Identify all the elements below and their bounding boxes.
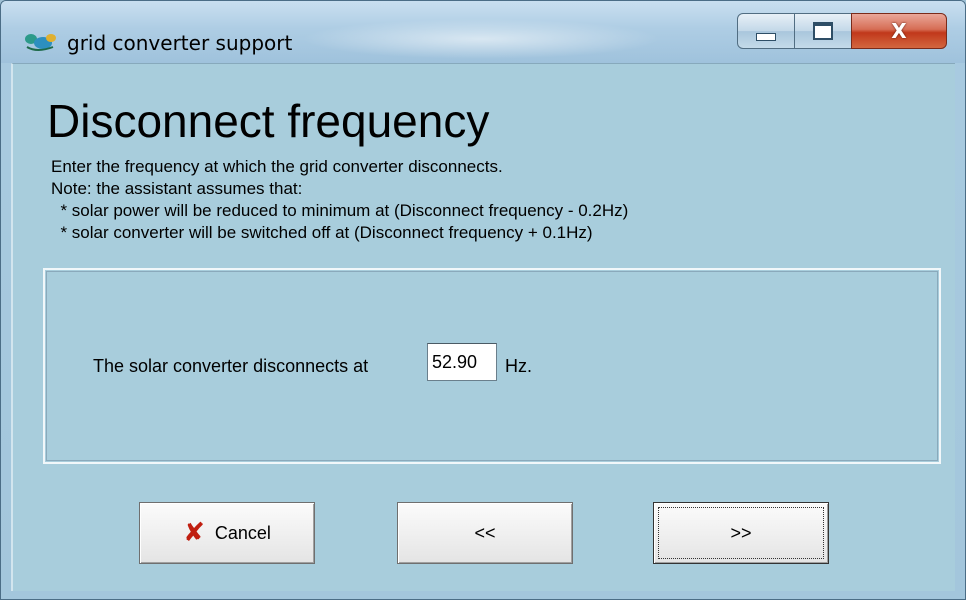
caption-buttons: X xyxy=(737,13,947,49)
next-button[interactable]: >> xyxy=(653,502,829,564)
title-bar-glow xyxy=(301,19,661,59)
maximize-icon xyxy=(813,22,833,40)
back-button-label: << xyxy=(474,522,496,543)
close-icon: X xyxy=(891,19,907,43)
frequency-unit: Hz. xyxy=(505,356,532,376)
close-button[interactable]: X xyxy=(851,13,947,49)
description-line-4: * solar converter will be switched off a… xyxy=(51,223,593,242)
frequency-label: The solar converter disconnects at xyxy=(93,356,369,376)
focus-ring xyxy=(658,507,824,559)
cancel-button[interactable]: ✘ Cancel xyxy=(139,502,315,564)
minimize-button[interactable] xyxy=(737,13,795,49)
cancel-x-icon: ✘ xyxy=(183,518,205,548)
wizard-content: Disconnect frequency Enter the frequency… xyxy=(11,63,955,591)
cancel-button-label: Cancel xyxy=(214,522,271,543)
back-button[interactable]: << xyxy=(397,502,573,564)
description-line-2: Note: the assistant assumes that: xyxy=(51,179,303,198)
app-window: grid converter support X Disconnect freq… xyxy=(0,0,966,600)
frequency-input[interactable] xyxy=(427,343,497,381)
description-line-1: Enter the frequency at which the grid co… xyxy=(51,157,503,176)
window-title: grid converter support xyxy=(67,31,293,55)
app-icon xyxy=(25,34,56,51)
description-line-3: * solar power will be reduced to minimum… xyxy=(51,201,629,220)
maximize-button[interactable] xyxy=(794,13,852,49)
page-title: Disconnect frequency xyxy=(47,95,490,147)
title-bar[interactable]: grid converter support X xyxy=(1,1,965,63)
minimize-icon xyxy=(756,33,776,41)
